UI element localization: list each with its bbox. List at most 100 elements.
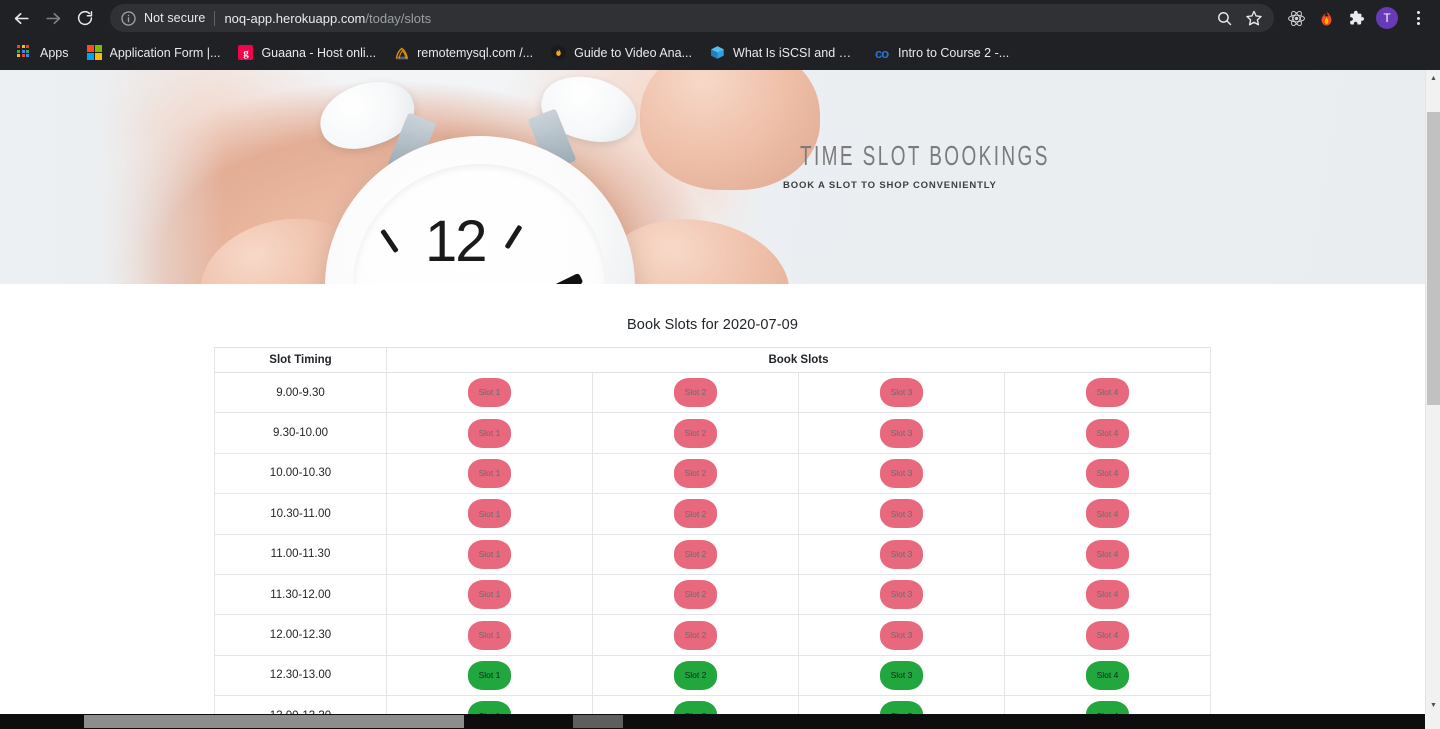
hero-banner: 12 3 9 TIME SLOT BOOKINGS BOOK A SLOT TO… (0, 70, 1425, 284)
slot-button-3[interactable]: Slot 3 (880, 539, 923, 569)
slot-button-4[interactable]: Slot 4 (1086, 499, 1129, 529)
slot-button-2[interactable]: Slot 2 (674, 499, 717, 529)
profile-avatar[interactable]: T (1376, 7, 1398, 29)
bookmark-application-form[interactable]: Application Form |... (78, 40, 230, 66)
slot-button-2[interactable]: Slot 2 (674, 378, 717, 408)
vertical-scrollbar[interactable]: ▲ ▼ (1425, 70, 1440, 714)
table-row: 11.30-12.00 Slot 1 Slot 2 Slot 3 Slot 4 (214, 573, 1211, 616)
star-icon[interactable] (1240, 4, 1268, 32)
slot-button-3[interactable]: Slot 3 (880, 418, 923, 448)
slot-cell: Slot 3 (798, 452, 1005, 495)
slot-button-4[interactable]: Slot 4 (1086, 458, 1129, 488)
slot-button-1[interactable]: Slot 1 (468, 620, 511, 650)
site-info-icon[interactable] (120, 10, 137, 27)
guaana-icon: g (238, 45, 254, 61)
slot-button-1[interactable]: Slot 1 (468, 580, 511, 610)
fire-extension-icon[interactable] (1312, 4, 1340, 32)
slot-cell: Slot 2 (592, 493, 799, 535)
bookmark-video-analytics[interactable]: Guide to Video Ana... (542, 40, 701, 66)
scroll-up-arrow-icon[interactable]: ▲ (1426, 70, 1440, 87)
table-row: 11.00-11.30 Slot 1 Slot 2 Slot 3 Slot 4 (214, 533, 1211, 575)
bookmark-coursera[interactable]: co Intro to Course 2 -... (866, 40, 1018, 66)
bookmark-apps[interactable]: Apps (8, 40, 78, 66)
slot-button-1[interactable]: Slot 1 (468, 418, 511, 448)
slot-button-3[interactable]: Slot 3 (880, 701, 923, 714)
reload-button[interactable] (70, 3, 100, 33)
back-button[interactable] (6, 3, 36, 33)
column-header-slot-timing: Slot Timing (214, 347, 387, 373)
slot-button-4[interactable]: Slot 4 (1086, 620, 1129, 650)
slot-button-2[interactable]: Slot 2 (674, 701, 717, 714)
slot-cell: Slot 1 (386, 452, 593, 495)
apps-grid-icon (17, 45, 33, 61)
hero-subtitle: BOOK A SLOT TO SHOP CONVENIENTLY (783, 180, 997, 191)
bookmark-iscsi[interactable]: What Is iSCSI and H... (701, 40, 866, 66)
blue-box-icon (710, 45, 726, 61)
slot-button-1[interactable]: Slot 1 (468, 378, 511, 408)
slot-cell: Slot 3 (798, 573, 1005, 616)
bookmark-remotemysql[interactable]: remotemysql.com /... (385, 40, 542, 66)
address-bar[interactable]: Not secure noq-app.herokuapp.com/today/s… (110, 4, 1274, 32)
extensions-puzzle-icon[interactable] (1342, 4, 1370, 32)
table-row: 12.30-13.00 Slot 1 Slot 2 Slot 3 Slot 4 (214, 654, 1211, 697)
slot-button-2[interactable]: Slot 2 (674, 660, 717, 690)
slot-button-4[interactable]: Slot 4 (1086, 701, 1129, 714)
slot-button-3[interactable]: Slot 3 (880, 580, 923, 610)
slots-table-head: Slot Timing Book Slots (214, 347, 1211, 373)
slot-button-1[interactable]: Slot 1 (468, 660, 511, 690)
bookmarks-bar: Apps Application Form |... g Guaana - Ho… (0, 36, 1440, 70)
scroll-down-arrow-icon[interactable]: ▼ (1426, 697, 1440, 714)
slot-button-3[interactable]: Slot 3 (880, 620, 923, 650)
slot-cell: Slot 2 (592, 654, 799, 697)
slot-cell: Slot 4 (1004, 695, 1211, 714)
search-icon[interactable] (1210, 4, 1238, 32)
slot-cell: Slot 2 (592, 412, 799, 454)
vertical-scrollbar-thumb[interactable] (1427, 112, 1440, 405)
slot-button-2[interactable]: Slot 2 (674, 580, 717, 610)
slot-time-cell: 11.30-12.00 (214, 573, 387, 616)
url-divider (214, 10, 216, 26)
slot-button-1[interactable]: Slot 1 (468, 539, 511, 569)
three-dot-menu-icon[interactable] (1404, 4, 1432, 32)
slot-button-4[interactable]: Slot 4 (1086, 378, 1129, 408)
slot-cell: Slot 2 (592, 614, 799, 656)
forward-button[interactable] (38, 3, 68, 33)
bookmark-label: Guaana - Host onli... (261, 46, 377, 60)
slot-button-2[interactable]: Slot 2 (674, 458, 717, 488)
slot-button-1[interactable]: Slot 1 (468, 499, 511, 529)
slot-time-cell: 10.00-10.30 (214, 452, 387, 495)
slot-button-1[interactable]: Slot 1 (468, 701, 511, 714)
table-row: 12.00-12.30 Slot 1 Slot 2 Slot 3 Slot 4 (214, 614, 1211, 656)
slot-button-4[interactable]: Slot 4 (1086, 418, 1129, 448)
url-text: noq-app.herokuapp.com/today/slots (224, 11, 431, 26)
slot-button-1[interactable]: Slot 1 (468, 458, 511, 488)
slot-button-4[interactable]: Slot 4 (1086, 580, 1129, 610)
browser-window: Not secure noq-app.herokuapp.com/today/s… (0, 0, 1440, 729)
react-devtools-icon[interactable] (1282, 4, 1310, 32)
slots-table-container: Slot Timing Book Slots 9.00-9.30 Slot 1 Sl… (214, 347, 1211, 714)
bookmark-guaana[interactable]: g Guaana - Host onli... (229, 40, 385, 66)
slot-button-2[interactable]: Slot 2 (674, 539, 717, 569)
slot-cell: Slot 1 (386, 371, 593, 414)
page-title: Book Slots for 2020-07-09 (627, 317, 798, 333)
horizontal-scrollbar-secondary[interactable] (573, 715, 623, 728)
slot-button-2[interactable]: Slot 2 (674, 418, 717, 448)
slot-cell: Slot 2 (592, 533, 799, 575)
slot-button-2[interactable]: Slot 2 (674, 620, 717, 650)
slot-cell: Slot 1 (386, 493, 593, 535)
slot-button-3[interactable]: Slot 3 (880, 660, 923, 690)
slot-button-3[interactable]: Slot 3 (880, 378, 923, 408)
slot-button-4[interactable]: Slot 4 (1086, 660, 1129, 690)
coursera-icon: co (875, 46, 889, 61)
slot-button-3[interactable]: Slot 3 (880, 458, 923, 488)
slot-button-3[interactable]: Slot 3 (880, 499, 923, 529)
column-header-book-slots: Book Slots (386, 347, 1211, 373)
bookmark-label: Application Form |... (109, 46, 221, 60)
slot-button-4[interactable]: Slot 4 (1086, 539, 1129, 569)
table-row: 13.00-13.30 Slot 1 Slot 2 Slot 3 Slot 4 (214, 695, 1211, 714)
slot-cell: Slot 2 (592, 573, 799, 616)
table-row: 9.30-10.00 Slot 1 Slot 2 Slot 3 Slot 4 (214, 412, 1211, 454)
slot-cell: Slot 4 (1004, 493, 1211, 535)
horizontal-scrollbar-thumb[interactable] (84, 715, 464, 728)
horizontal-scrollbar[interactable] (0, 714, 1440, 729)
